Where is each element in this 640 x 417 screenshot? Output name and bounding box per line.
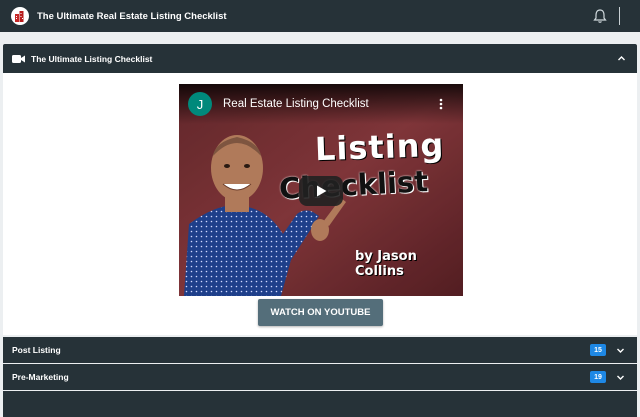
video-card-header[interactable]: The Ultimate Listing Checklist — [3, 44, 637, 73]
channel-avatar[interactable]: J — [188, 92, 212, 116]
video-camera-icon — [12, 54, 25, 63]
video-card-title: The Ultimate Listing Checklist — [31, 53, 153, 64]
video-card: The Ultimate Listing Checklist Listing C… — [3, 44, 637, 335]
watch-on-youtube-button[interactable]: WATCH ON YOUTUBE — [258, 299, 383, 326]
bell-icon[interactable] — [592, 8, 608, 24]
section-label: Post Listing — [12, 345, 61, 355]
chevron-down-icon[interactable] — [616, 373, 625, 382]
section-next[interactable] — [3, 391, 637, 417]
count-badge: 19 — [590, 371, 606, 383]
more-vert-icon[interactable] — [439, 98, 443, 110]
youtube-video-embed[interactable]: Listing Checklist by Jason Collins J Rea… — [179, 84, 463, 296]
thumbnail-heading-line1: Listing — [314, 125, 445, 169]
count-badge: 15 — [590, 344, 606, 356]
thumbnail-byline: by Jason Collins — [355, 249, 417, 279]
app-title: The Ultimate Real Estate Listing Checkli… — [37, 10, 227, 22]
section-label: Pre-Marketing — [12, 372, 69, 382]
play-button[interactable] — [299, 176, 343, 206]
play-icon — [317, 185, 327, 197]
chevron-up-icon[interactable] — [617, 54, 626, 63]
header-divider — [619, 7, 620, 25]
house-logo-icon — [11, 7, 29, 25]
section-post-listing[interactable]: Post Listing 15 — [3, 337, 637, 363]
section-pre-marketing[interactable]: Pre-Marketing 19 — [3, 364, 637, 390]
chevron-down-icon[interactable] — [616, 346, 625, 355]
video-title[interactable]: Real Estate Listing Checklist — [223, 98, 369, 110]
video-title-bar: J Real Estate Listing Checklist — [179, 84, 463, 124]
app-header: The Ultimate Real Estate Listing Checkli… — [0, 0, 640, 32]
